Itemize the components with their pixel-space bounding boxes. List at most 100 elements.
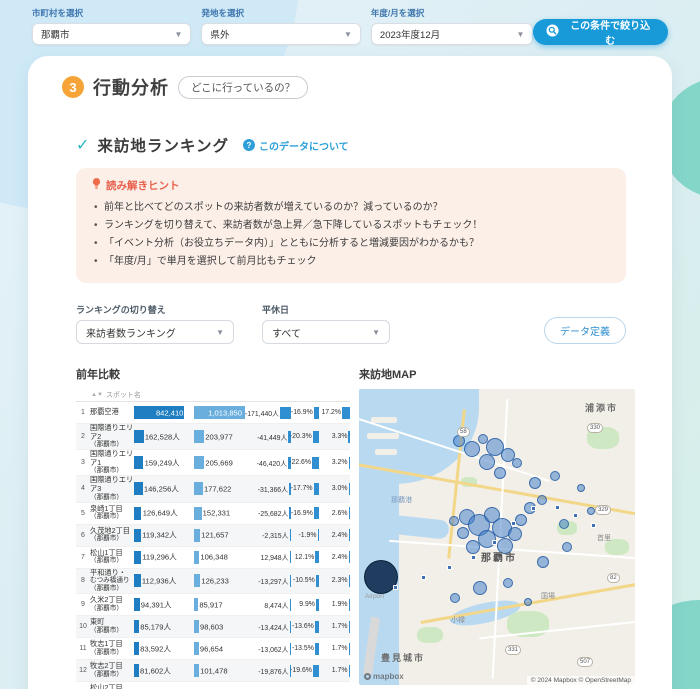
- origin-select[interactable]: 県外 ▼: [201, 23, 360, 45]
- share-cell: 3.0%: [319, 478, 350, 499]
- map-marker[interactable]: [503, 578, 513, 588]
- controls-row: ランキングの切り替え 来訪者数ランキング ▼ 平休日 すべて ▼ データ定義: [76, 303, 626, 344]
- map-marker[interactable]: [537, 556, 549, 568]
- map-label: 首里: [597, 533, 611, 543]
- period-filter: 年度/月を選択 2023年度12月 ▼: [371, 7, 533, 45]
- content-columns: 前年比較 ▲▼ スポット名 1那覇空港842,410人1,013,850-171…: [76, 366, 626, 689]
- table-row[interactable]: 9久米2丁目（那覇市）94,391人85,9178,474人9.9%1.9%: [76, 594, 350, 616]
- diff-cell: 12,948人: [245, 547, 291, 568]
- map-marker[interactable]: [537, 495, 547, 505]
- spot-name-cell: 泉崎1丁目（那覇市）: [90, 505, 134, 522]
- map-marker[interactable]: [457, 527, 469, 539]
- map-attribution[interactable]: © 2024 Mapbox © OpenStreetMap: [527, 676, 635, 685]
- table-row[interactable]: 3国際通りエリア1（那覇市）159,249人205,669-46,420人-22…: [76, 450, 350, 476]
- table-row[interactable]: 4国際通りエリア3（那覇市）146,256人177,622-31,366人-17…: [76, 476, 350, 502]
- map-label: Airport: [365, 593, 384, 600]
- municipality-select[interactable]: 那覇市 ▼: [32, 23, 191, 45]
- map-marker[interactable]: [473, 581, 487, 595]
- station-icon: [511, 521, 516, 526]
- spot-name-cell: 国際通りエリア3（那覇市）: [90, 476, 134, 501]
- table-row[interactable]: 2国際通りエリア2（那覇市）162,528人203,977-41,449人-20…: [76, 424, 350, 450]
- spot-name-header: スポット名: [106, 390, 141, 400]
- rank-cell: 11: [76, 645, 90, 652]
- hint-title-row: 読み解きヒント: [92, 178, 610, 193]
- table-row[interactable]: 10東町（那覇市）85,179人98,603-13,424人-13.6%1.7%: [76, 616, 350, 638]
- prev-year-cell: 152,331: [194, 503, 245, 524]
- day-type-select[interactable]: すべて ▼: [262, 320, 390, 344]
- station-icon: [471, 555, 476, 560]
- period-label: 年度/月を選択: [371, 7, 533, 19]
- table-header[interactable]: ▲▼ スポット名: [76, 389, 350, 402]
- day-type-value: すべて: [272, 325, 301, 340]
- table-row[interactable]: 5泉崎1丁目（那覇市）126,649人152,331-25,682人-16.9%…: [76, 503, 350, 525]
- map-marker[interactable]: [466, 540, 480, 554]
- visitors-cell: 94,391人: [134, 594, 194, 615]
- share-cell: 3.2%: [319, 452, 350, 473]
- map-marker[interactable]: [559, 519, 569, 529]
- chevron-down-icon: ▼: [175, 30, 183, 39]
- prev-year-cell: 98,603: [194, 616, 245, 637]
- map-marker[interactable]: [479, 454, 495, 470]
- ranking-switch-select[interactable]: 来訪者数ランキング ▼: [76, 320, 234, 344]
- visitors-cell: [134, 682, 194, 689]
- table-row[interactable]: 12牧志2丁目（那覇市）81,602人101,478-19,876人-19.6%…: [76, 660, 350, 682]
- route-shield: 329: [595, 505, 611, 515]
- map-marker[interactable]: [587, 507, 595, 515]
- data-definition-button[interactable]: データ定義: [544, 317, 626, 344]
- rank-cell: 1: [76, 409, 90, 416]
- table-row[interactable]: 7松山1丁目（那覇市）119,296人106,34812,948人12.1%2.…: [76, 547, 350, 569]
- day-type-group: 平休日 すべて ▼: [262, 303, 390, 344]
- table-row[interactable]: 11牧志1丁目（那覇市）83,592人96,654-13,062人-13.5%1…: [76, 638, 350, 660]
- map-marker[interactable]: [550, 471, 560, 481]
- hint-box: 読み解きヒント 前年と比べてどのスポットの来訪者数が増えているのか？減っているの…: [76, 168, 626, 283]
- share-cell: 2.4%: [319, 525, 350, 546]
- share-cell: 17.2%: [319, 402, 350, 423]
- spot-name-cell: 牧志2丁目（那覇市）: [90, 662, 134, 679]
- table-row[interactable]: 1那覇空港842,410人1,013,850-171,440人-16.9%17.…: [76, 402, 350, 424]
- spot-name-cell: 久茂地2丁目（那覇市）: [90, 527, 134, 544]
- period-select[interactable]: 2023年度12月 ▼: [371, 23, 533, 45]
- table-row[interactable]: 8平和通り・むつみ橋通り（那覇市）112,936人126,233-13,297人…: [76, 569, 350, 594]
- mapbox-logo[interactable]: mapbox: [364, 672, 404, 681]
- prev-year-cell: 101,478: [194, 660, 245, 681]
- route-shield: 58: [457, 427, 470, 437]
- table-row[interactable]: 13松山2丁目（那覇市）: [76, 682, 350, 689]
- map-marker[interactable]: [449, 516, 459, 526]
- filter-apply-button[interactable]: この条件で絞り込む: [533, 19, 668, 45]
- rank-cell: 6: [76, 532, 90, 539]
- map-marker[interactable]: [478, 530, 496, 548]
- visit-map[interactable]: 5833032982331507浦添市那覇市豊見城市小禄国場首里那覇港Airpo…: [359, 389, 635, 685]
- map-title: 来訪地MAP: [359, 366, 635, 382]
- table-row[interactable]: 6久茂地2丁目（那覇市）119,342人121,657-2,315人-1.9%2…: [76, 525, 350, 547]
- map-marker[interactable]: [494, 467, 506, 479]
- pier-shape: [371, 417, 397, 423]
- visitors-cell: 83,592人: [134, 638, 194, 659]
- pier-shape: [367, 433, 399, 439]
- visitors-cell: 126,649人: [134, 503, 194, 524]
- rank-cell: 4: [76, 485, 90, 492]
- map-marker[interactable]: [562, 542, 572, 552]
- map-marker[interactable]: [577, 484, 585, 492]
- map-label: 国場: [541, 591, 555, 601]
- ranking-switch-label: ランキングの切り替え: [76, 303, 234, 316]
- pct-cell: -13.6%: [291, 616, 319, 637]
- map-marker[interactable]: [524, 598, 532, 606]
- spot-name-cell: 松山1丁目（那覇市）: [90, 549, 134, 566]
- map-marker[interactable]: [508, 527, 522, 541]
- rank-cell: 7: [76, 554, 90, 561]
- map-marker[interactable]: [464, 441, 480, 457]
- section-header: 3 行動分析 どこに行っているの？: [62, 74, 638, 100]
- rank-cell: 9: [76, 601, 90, 608]
- map-marker[interactable]: [450, 593, 460, 603]
- spot-name-cell: 那覇空港: [90, 408, 134, 417]
- map-marker[interactable]: [529, 477, 541, 489]
- about-data-link[interactable]: ? このデータについて: [243, 138, 349, 153]
- section-subtitle-badge: どこに行っているの？: [178, 76, 308, 99]
- pct-cell: -20.3%: [291, 426, 319, 447]
- map-marker[interactable]: [515, 514, 527, 526]
- rank-cell: 5: [76, 510, 90, 517]
- pier-shape: [375, 449, 397, 455]
- ranking-header: ✓ 来訪地ランキング ? このデータについて: [76, 134, 626, 156]
- route-shield: 82: [607, 573, 620, 583]
- map-marker[interactable]: [512, 458, 522, 468]
